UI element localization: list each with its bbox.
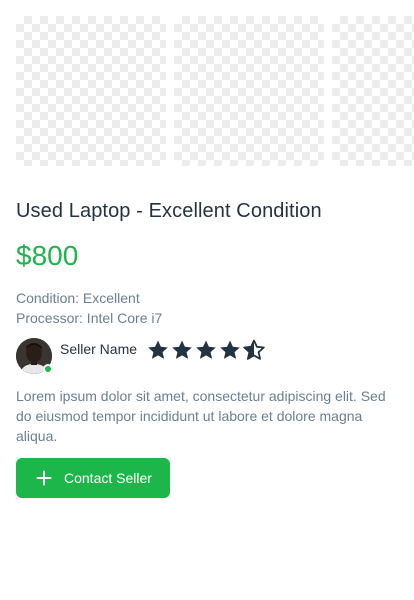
contact-seller-button[interactable]: Contact Seller [16, 458, 170, 498]
processor-text: Processor: Intel Core i7 [16, 310, 163, 326]
contact-seller-label: Contact Seller [64, 470, 152, 486]
listing-specs: Condition: Excellent Processor: Intel Co… [16, 288, 162, 328]
image-gallery[interactable] [16, 16, 414, 166]
condition-text: Condition: Excellent [16, 290, 140, 306]
seller-rating [146, 338, 266, 362]
gallery-image[interactable] [174, 16, 324, 166]
star-full-icon [172, 340, 192, 359]
star-full-icon [196, 340, 216, 359]
seller-name: Seller Name [60, 341, 138, 357]
gallery-image[interactable] [16, 16, 166, 166]
star-full-icon [148, 340, 168, 359]
listing-price: $800 [16, 240, 79, 271]
star-half-icon [243, 339, 265, 360]
listing-title: Used Laptop - Excellent Condition [16, 200, 322, 222]
plus-icon [36, 470, 52, 486]
gallery-image[interactable] [332, 16, 414, 166]
star-full-icon [220, 340, 240, 359]
online-status-indicator [43, 364, 53, 374]
listing-description: Lorem ipsum dolor sit amet, consectetur … [16, 388, 386, 444]
seller-info: Seller Name [16, 338, 316, 374]
